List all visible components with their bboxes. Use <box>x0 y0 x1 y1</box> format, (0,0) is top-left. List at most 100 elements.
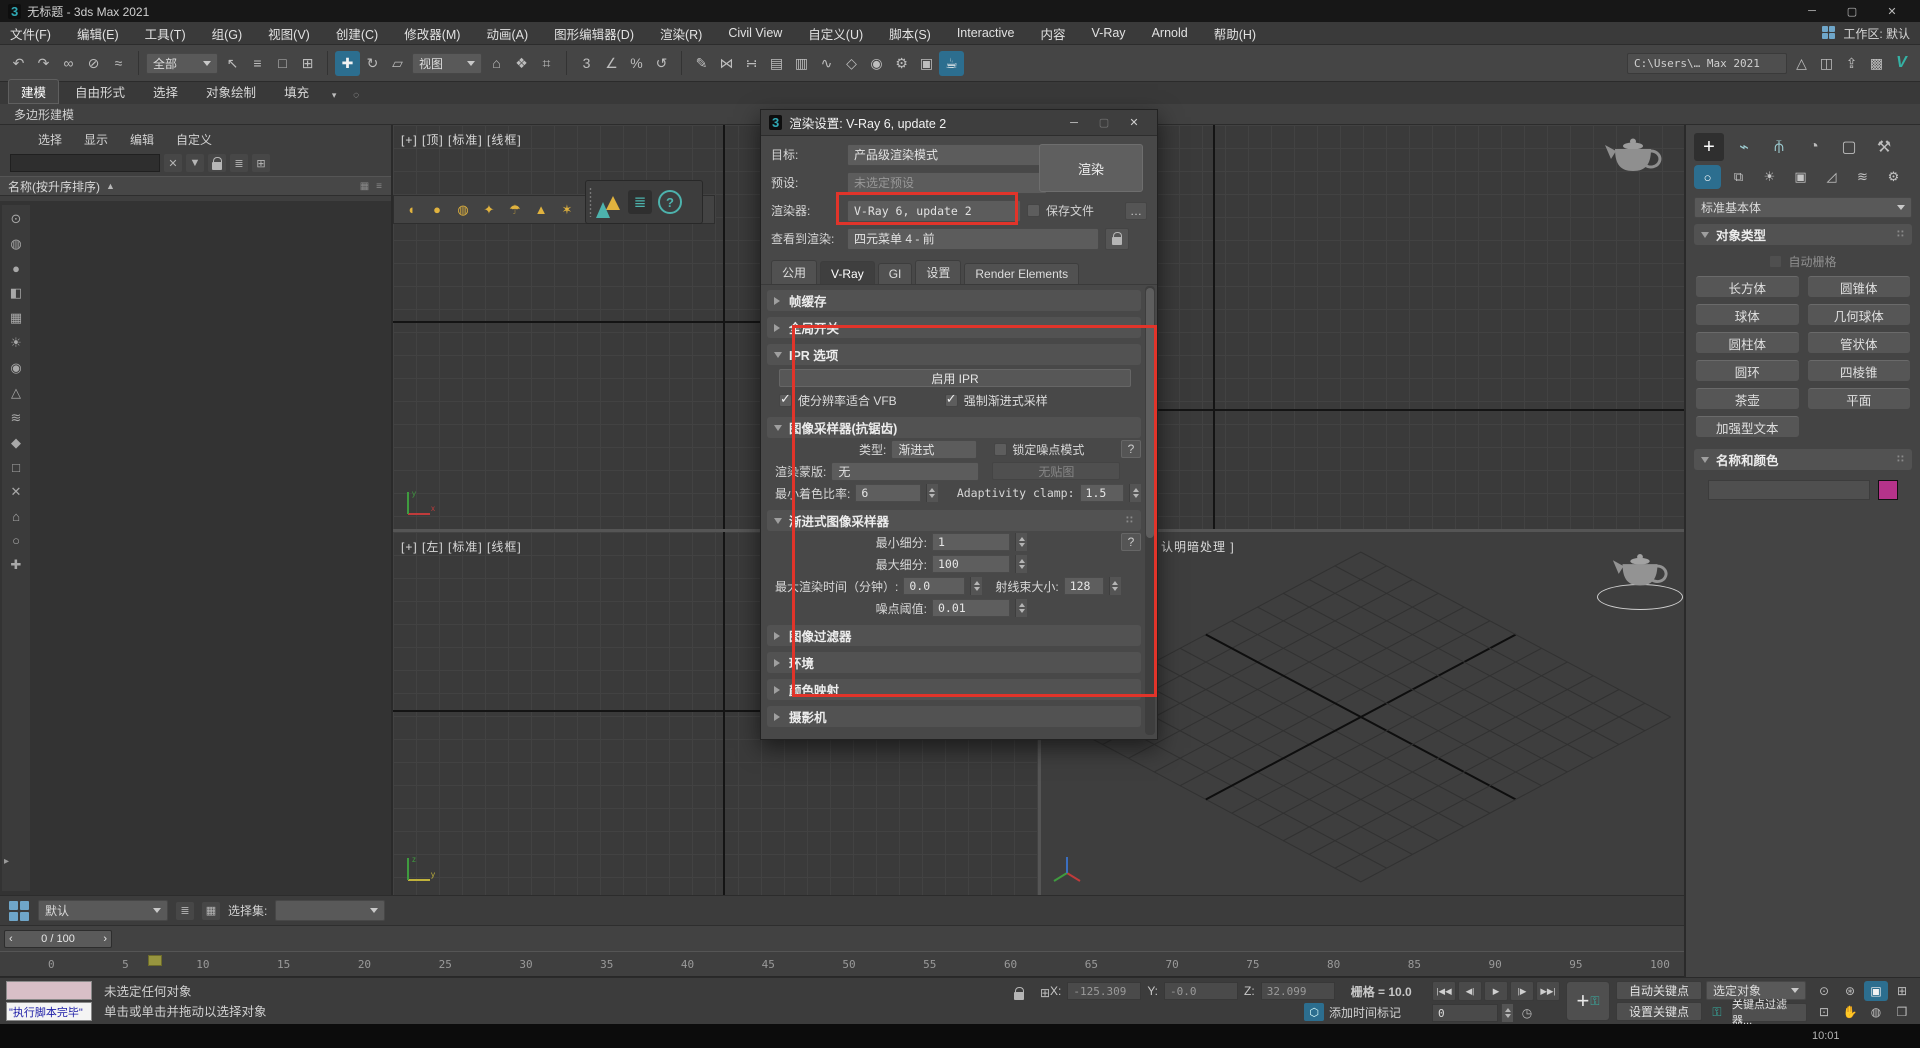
current-frame-field[interactable]: 0 <box>1432 1004 1498 1022</box>
image-filter-rollout[interactable]: 图像过滤器 <box>767 625 1141 646</box>
redo-icon[interactable]: ↷ <box>31 51 56 76</box>
spinner-snap-icon[interactable]: ↺ <box>649 51 674 76</box>
ribbon-tab[interactable]: 选择 <box>141 80 190 103</box>
zoom-region-icon[interactable]: ⊡ <box>1812 1002 1836 1022</box>
curve-editor-icon[interactable]: ∿ <box>814 51 839 76</box>
explorer-lock-icon[interactable] <box>208 154 226 172</box>
material-editor-icon[interactable]: ◉ <box>864 51 889 76</box>
explorer-preset-combo[interactable]: 默认 <box>38 900 168 921</box>
color-mapping-rollout[interactable]: 颜色映射 <box>767 679 1141 700</box>
z-coordinate-field[interactable]: 32.099 <box>1261 982 1335 1000</box>
select-and-rotate-icon[interactable]: ↻ <box>360 51 385 76</box>
x-coordinate-field[interactable]: -125.309 <box>1067 982 1141 1000</box>
project-folder-field[interactable]: C:\Users\… Max 2021 <box>1627 53 1787 74</box>
snaps-toggle-icon[interactable]: 3 <box>574 51 599 76</box>
object-type-button[interactable]: 平面 <box>1808 388 1911 409</box>
save-file-checkbox[interactable] <box>1027 204 1040 217</box>
object-type-button[interactable]: 加强型文本 <box>1696 416 1799 437</box>
explorer-filter-icon[interactable]: △ <box>11 385 21 401</box>
share-view-icon[interactable]: ⇪ <box>1839 51 1864 76</box>
time-tag-cube-icon[interactable]: ⬡ <box>1304 1003 1324 1021</box>
menu-item[interactable]: 文件(F) <box>10 24 51 43</box>
maximize-viewport-icon[interactable]: ❒ <box>1890 1002 1914 1022</box>
help-button[interactable]: ? <box>1121 533 1141 551</box>
close-button[interactable]: ✕ <box>1872 1 1912 21</box>
spinner[interactable] <box>970 577 982 595</box>
explorer-menu-item[interactable]: 自定义 <box>176 131 212 148</box>
y-coordinate-field[interactable]: -0.0 <box>1164 982 1238 1000</box>
max-subdivs-field[interactable]: 100 <box>932 555 1010 573</box>
menu-item[interactable]: 渲染(R) <box>660 24 702 43</box>
vray-light-icon[interactable]: ● <box>424 198 450 222</box>
spinner[interactable] <box>1015 599 1027 617</box>
min-shading-field[interactable]: 6 <box>855 484 920 502</box>
menu-item[interactable]: 编辑(E) <box>77 24 119 43</box>
schematic-view-icon[interactable]: ◇ <box>839 51 864 76</box>
explorer-menu-item[interactable]: 编辑 <box>130 131 154 148</box>
explorer-menu-item[interactable]: 选择 <box>38 131 62 148</box>
auto-key-button[interactable]: 自动关键点 <box>1616 981 1702 1000</box>
menu-item[interactable]: Interactive <box>957 26 1015 40</box>
go-to-start-button[interactable]: |◀◀ <box>1432 981 1456 1001</box>
geometry-category-icon[interactable]: ○ <box>1694 165 1721 189</box>
object-type-button[interactable]: 管状体 <box>1808 332 1911 353</box>
set-keys-button[interactable]: +⚿ <box>1566 981 1610 1021</box>
menu-item[interactable]: 视图(V) <box>268 24 310 43</box>
vray-light-icon[interactable]: ✶ <box>554 198 580 222</box>
teapot-object[interactable] <box>1609 546 1671 592</box>
explorer-filter-icon[interactable]: ◆ <box>11 435 21 451</box>
lights-category-icon[interactable]: ☀ <box>1756 165 1783 189</box>
pan-icon[interactable]: ✋ <box>1838 1002 1862 1022</box>
maximize-button[interactable]: ▢ <box>1832 1 1872 21</box>
angle-snap-icon[interactable]: ∠ <box>599 51 624 76</box>
maxscript-mini-listener[interactable] <box>6 981 92 1000</box>
ipr-options-rollout[interactable]: IPR 选项 <box>767 344 1141 365</box>
zoom-icon[interactable]: ⊙ <box>1812 981 1836 1001</box>
help-icon[interactable]: ? <box>658 190 682 214</box>
viewport-label-left[interactable]: [+] [左] [标准] [线框] <box>401 538 522 555</box>
ribbon-config-icon[interactable]: ◌ <box>347 86 365 104</box>
dialog-minimize-button[interactable]: ─ <box>1059 112 1089 134</box>
render-button[interactable]: 渲染 <box>1039 144 1143 192</box>
create-tab[interactable]: + <box>1694 133 1724 161</box>
min-subdivs-field[interactable]: 1 <box>932 533 1010 551</box>
select-and-scale-icon[interactable]: ▱ <box>385 51 410 76</box>
spinner[interactable] <box>1129 484 1141 502</box>
dialog-tab[interactable]: GI <box>878 263 913 284</box>
viewport-label-perspective[interactable]: 认明暗处理 ] <box>1161 538 1235 555</box>
vray-light-icon[interactable]: ✦ <box>476 198 502 222</box>
slider-next-arrow[interactable]: › <box>103 933 107 945</box>
window-crossing-icon[interactable]: ⊞ <box>295 51 320 76</box>
unlink-selection-icon[interactable]: ⊘ <box>81 51 106 76</box>
selection-filter-combo[interactable]: 全部 <box>146 53 218 74</box>
header-column-icon[interactable]: ≡ <box>376 181 383 192</box>
dialog-scrollbar[interactable] <box>1145 286 1155 735</box>
name-color-rollout[interactable]: 名称和颜色∷ <box>1694 449 1912 470</box>
key-mode-icon[interactable]: ⚿ <box>1706 1002 1728 1022</box>
select-object-icon[interactable]: ↖ <box>220 51 245 76</box>
edit-named-selection-sets-icon[interactable]: ✎ <box>689 51 714 76</box>
dialog-tab[interactable]: Render Elements <box>964 263 1079 284</box>
dialog-titlebar[interactable]: 3 渲染设置: V-Ray 6, update 2 ─ ▢ ✕ <box>761 110 1157 136</box>
vray-light-icon[interactable]: ☂ <box>502 198 528 222</box>
helpers-category-icon[interactable]: ◿ <box>1818 165 1845 189</box>
viewport-lock-button[interactable] <box>1105 228 1129 250</box>
menu-item[interactable]: 组(G) <box>212 24 243 43</box>
select-and-manipulate-icon[interactable]: ❖ <box>509 51 534 76</box>
vray-menu-icon[interactable]: V <box>1889 51 1914 76</box>
ribbon-tab[interactable]: 填充 <box>272 80 321 103</box>
frame-spinner[interactable] <box>1501 1004 1513 1022</box>
select-and-link-icon[interactable]: ∞ <box>56 51 81 76</box>
object-type-button[interactable]: 圆锥体 <box>1808 276 1911 297</box>
start-ipr-button[interactable]: 启用 IPR <box>779 369 1131 387</box>
frame-buffer-rollout[interactable]: 帧缓存 <box>767 290 1141 311</box>
menu-item[interactable]: 自定义(U) <box>808 24 863 43</box>
mirror-icon[interactable]: ⋈ <box>714 51 739 76</box>
motion-tab[interactable]: ◔ <box>1799 133 1829 161</box>
render-preview-icon[interactable]: △ <box>1789 51 1814 76</box>
menu-item[interactable]: 工具(T) <box>145 24 186 43</box>
trackbar-frame-marker[interactable] <box>148 955 162 966</box>
menu-item[interactable]: V-Ray <box>1092 26 1126 40</box>
camera-rollout[interactable]: 摄影机 <box>767 706 1141 727</box>
explorer-hierarchy-icon[interactable]: ≣ <box>230 154 248 172</box>
